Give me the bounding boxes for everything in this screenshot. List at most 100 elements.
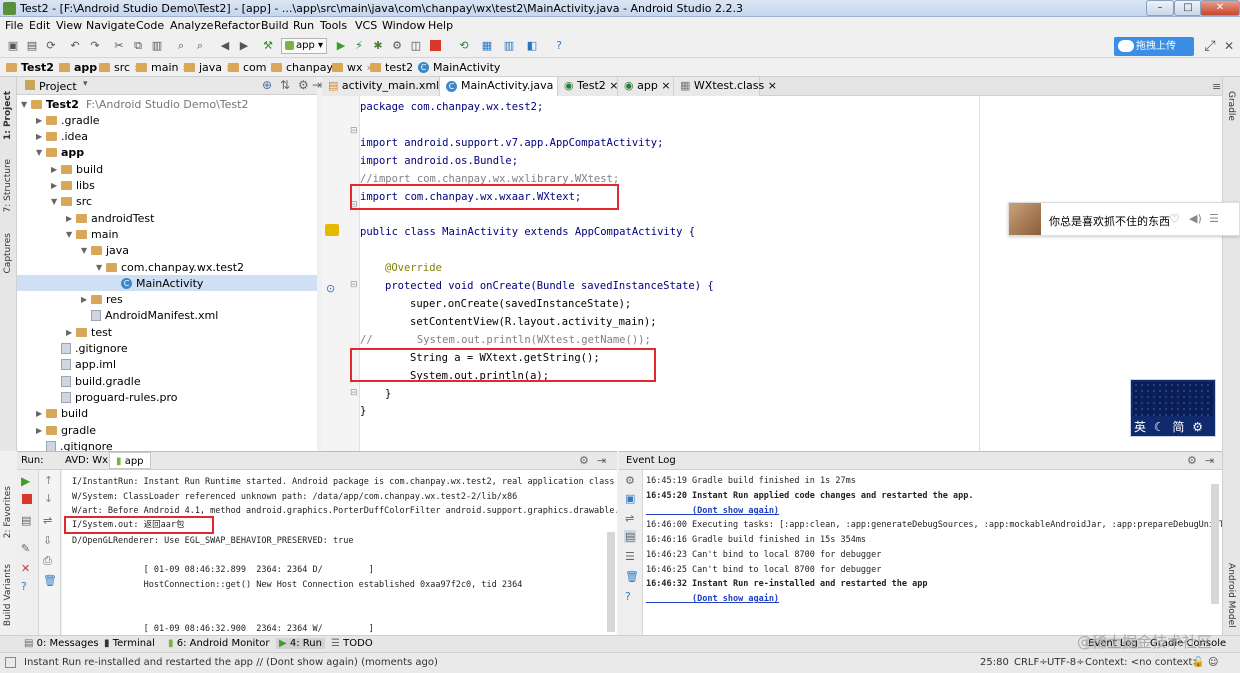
android-monitor-tool-tab[interactable]: ▮ 6: Android Monitor <box>168 638 269 649</box>
collapsed-arrow-icon[interactable]: ▶ <box>36 132 46 141</box>
tree-item[interactable]: .gitignore <box>17 438 317 451</box>
close-button[interactable]: ✕ <box>1200 0 1240 16</box>
menu-window[interactable]: Window <box>382 19 425 32</box>
tree-item[interactable]: ▶ androidTest <box>17 210 317 226</box>
tree-item[interactable]: ▶ test <box>17 324 317 340</box>
up-arrow-icon[interactable]: ↑ <box>44 474 53 487</box>
settings-gear-icon[interactable]: ⚙ <box>1187 454 1197 467</box>
help-icon[interactable]: ? <box>21 580 27 593</box>
tree-item[interactable]: app.iml <box>17 357 317 373</box>
cloud-upload-button[interactable]: 拖拽上传 <box>1114 37 1194 56</box>
tree-item[interactable]: ▼ java <box>17 243 317 259</box>
monitor-icon[interactable]: ◧ <box>525 39 539 53</box>
tree-item[interactable]: ▶ .gradle <box>17 112 317 128</box>
attach-debugger-icon[interactable]: ⚙ <box>390 39 404 53</box>
settings-gear-icon[interactable]: ⚙ <box>579 454 589 467</box>
playlist-icon[interactable]: ☰ <box>1209 212 1219 225</box>
breadcrumb-src[interactable]: src› <box>99 61 138 74</box>
close-float-icon[interactable]: ✕ <box>1222 39 1236 53</box>
dont-show-again-link[interactable]: (Dont show again) <box>646 504 779 519</box>
menu-vcs[interactable]: VCS <box>355 19 377 32</box>
cut-icon[interactable]: ✂ <box>112 39 126 53</box>
code-editor[interactable]: package com.chanpay.wx.test2; import and… <box>350 96 1222 451</box>
pin-icon[interactable]: ✎ <box>21 542 30 555</box>
help-icon[interactable]: ? <box>552 39 566 53</box>
gradle-sync-icon[interactable]: ⟲ <box>457 39 471 53</box>
rerun-icon[interactable]: ▶ <box>21 474 30 488</box>
structure-tool-tab[interactable]: 7: Structure <box>3 159 13 213</box>
tree-item[interactable]: ▼ com.chanpay.wx.test2 <box>17 259 317 275</box>
ime-widget[interactable]: 英 ☾ 简 ⚙ <box>1130 379 1216 437</box>
redo-icon[interactable]: ↷ <box>88 39 102 53</box>
breadcrumb-mainactivity[interactable]: C MainActivity <box>418 61 500 74</box>
expanded-arrow-icon[interactable]: ▼ <box>51 197 61 206</box>
make-project-icon[interactable]: ⚒ <box>261 39 275 53</box>
todo-tool-tab[interactable]: ☰ TODO <box>331 638 373 649</box>
expanded-arrow-icon[interactable]: ▼ <box>81 246 91 255</box>
show-balloons-icon[interactable]: ▣ <box>625 492 635 505</box>
tab-activity-main-xml[interactable]: ▤ activity_main.xml × <box>322 77 452 96</box>
breadcrumb-com[interactable]: com› <box>228 61 275 74</box>
collapsed-arrow-icon[interactable]: ▶ <box>51 165 61 174</box>
fold-icon[interactable]: ⊟ <box>350 388 358 398</box>
inspector-icon[interactable]: ☺ <box>1208 657 1218 668</box>
tab-wxtest-class[interactable]: ▦ WXtest.class × <box>674 77 777 96</box>
menu-file[interactable]: File <box>5 19 23 32</box>
soft-wrap-icon[interactable]: ⇌ <box>43 514 52 527</box>
mark-read-icon[interactable]: ☰ <box>625 550 635 563</box>
clear-all-icon[interactable]: 🗑 <box>43 574 57 587</box>
close-icon[interactable]: ✕ <box>21 562 30 575</box>
terminal-tool-tab[interactable]: ▮ Terminal <box>104 638 155 649</box>
tree-item[interactable]: ▶ .idea <box>17 129 317 145</box>
minimize-button[interactable]: – <box>1146 0 1174 16</box>
collapsed-arrow-icon[interactable]: ▶ <box>66 214 76 223</box>
chat-notification[interactable]: 你总是喜欢抓不住的东西 ♡ ◀) ☰ <box>1008 202 1240 236</box>
run-tab-app[interactable]: ▮ app <box>109 452 151 469</box>
down-arrow-icon[interactable]: ↓ <box>44 492 53 505</box>
menu-navigate[interactable]: Navigate <box>86 19 135 32</box>
back-icon[interactable]: ◀ <box>218 39 232 53</box>
view-dropdown-icon[interactable]: ▾ <box>83 79 88 89</box>
scroll-to-end-icon[interactable]: ▤ <box>624 530 637 543</box>
line-separator[interactable]: CRLF÷ <box>1014 657 1048 668</box>
tree-item[interactable]: ▼ app <box>17 145 317 161</box>
dont-show-again-link[interactable]: (Dont show again) <box>646 592 779 607</box>
heart-icon[interactable]: ♡ <box>1169 212 1180 226</box>
messages-tool-tab[interactable]: ▤ 0: Messages <box>24 638 99 649</box>
tree-item[interactable]: proguard-rules.pro <box>17 389 317 405</box>
tree-item[interactable]: ▼ main <box>17 226 317 242</box>
collapsed-arrow-icon[interactable]: ▶ <box>51 181 61 190</box>
build-variants-tool-tab[interactable]: Build Variants <box>3 564 13 626</box>
breadcrumb-test2[interactable]: Test2› <box>6 61 62 74</box>
hide-panel-icon[interactable]: ⇥ <box>1205 454 1214 467</box>
tree-item[interactable]: ▼ src <box>17 194 317 210</box>
tree-item[interactable]: ▶ build <box>17 161 317 177</box>
favorites-tool-tab[interactable]: 2: Favorites <box>3 486 13 538</box>
tree-item[interactable]: ▼ Test2 F:\Android Studio Demo\Test2 <box>17 96 317 112</box>
undo-icon[interactable]: ↶ <box>68 39 82 53</box>
tree-item[interactable]: ▶ res <box>17 292 317 308</box>
override-icon[interactable]: ⊙ <box>326 282 335 295</box>
lock-icon[interactable]: 🔓 <box>1192 657 1204 668</box>
menu-run[interactable]: Run <box>293 19 314 32</box>
menu-help[interactable]: Help <box>428 19 453 32</box>
menu-build[interactable]: Build <box>261 19 289 32</box>
breadcrumb-test2-pkg[interactable]: test2› <box>370 61 422 74</box>
collapse-all-icon[interactable]: ⇅ <box>280 78 290 92</box>
collapsed-arrow-icon[interactable]: ▶ <box>36 409 46 418</box>
toggle-tool-windows-icon[interactable] <box>5 657 16 668</box>
instant-run-icon[interactable]: ⚡ <box>352 39 366 53</box>
expanded-arrow-icon[interactable]: ▼ <box>36 148 46 157</box>
scroll-from-source-icon[interactable]: ⊕ <box>262 78 272 92</box>
console-scrollbar[interactable] <box>607 532 615 632</box>
ime-status[interactable]: 英 ☾ 简 ⚙ <box>1134 418 1205 435</box>
android-model-tool-tab[interactable]: Android Model <box>1226 563 1236 628</box>
event-log-scrollbar[interactable] <box>1211 484 1219 604</box>
tree-item[interactable]: ▶ build <box>17 406 317 422</box>
scroll-to-end-icon[interactable]: ⇩ <box>43 534 52 547</box>
sync-icon[interactable]: ⟳ <box>44 39 58 53</box>
tree-item[interactable]: ▶ gradle <box>17 422 317 438</box>
run-tab-avd[interactable]: AVD: Wx <box>65 455 108 466</box>
stop-icon[interactable] <box>430 40 441 51</box>
forward-icon[interactable]: ▶ <box>237 39 251 53</box>
